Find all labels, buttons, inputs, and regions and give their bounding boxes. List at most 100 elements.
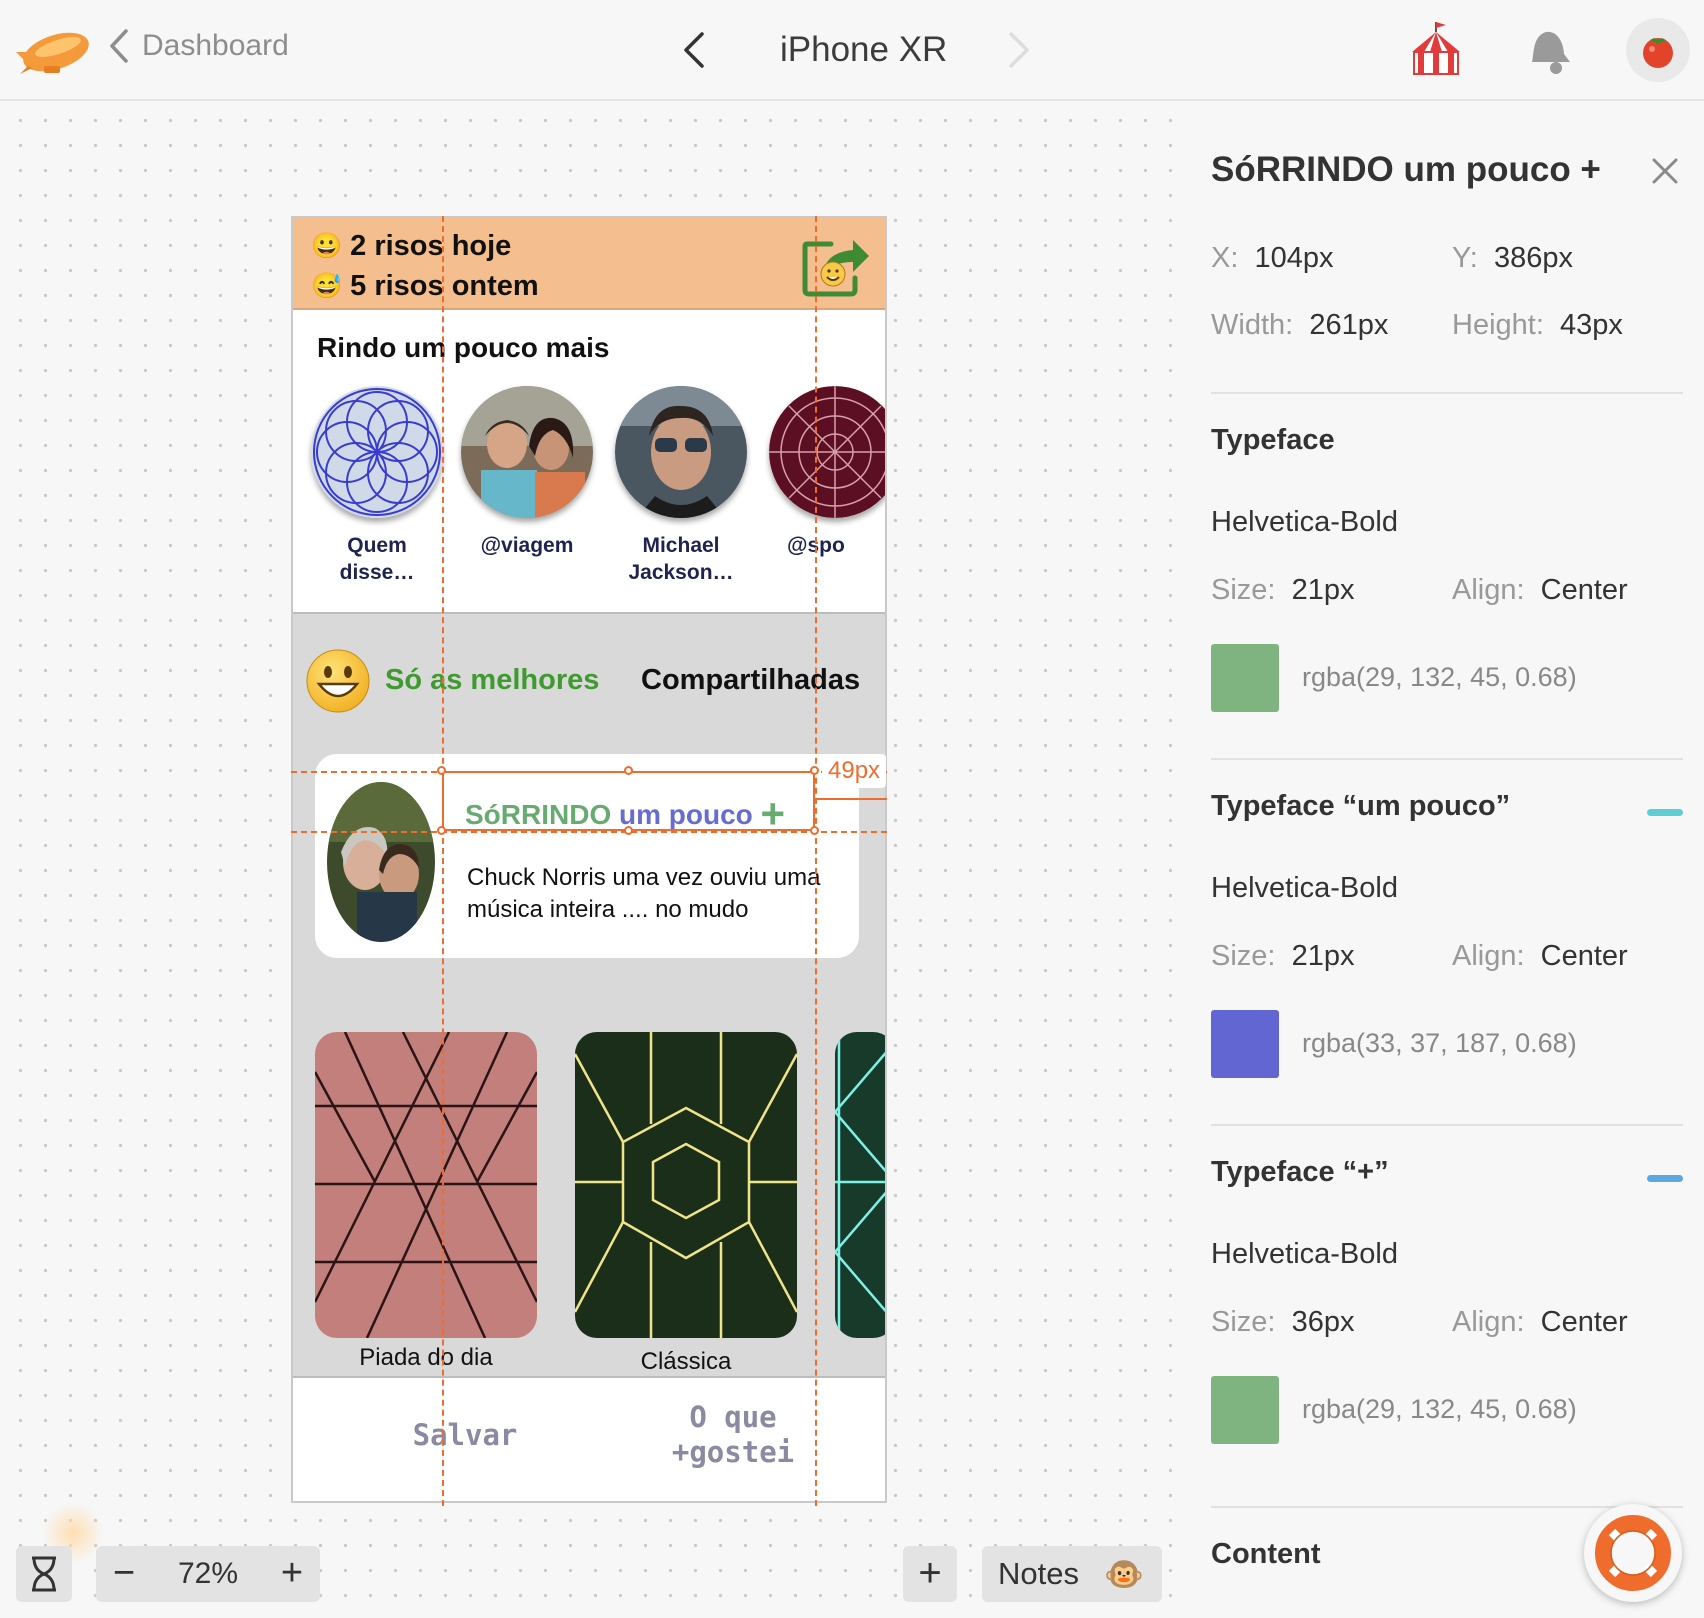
story-avatar [769, 386, 885, 518]
tile-piada-do-dia[interactable] [315, 1032, 537, 1338]
tile-label: Piada do dia [359, 1344, 493, 1371]
laughs-today: 😀 2 risos hoje [311, 230, 511, 263]
section-title: Typeface “+” [1211, 1156, 1389, 1188]
measure-line [815, 798, 887, 800]
inspector-title: SóRRINDO um pouco + [1211, 150, 1601, 189]
width-value: Width: 261px [1211, 309, 1389, 341]
grinning-face-icon: 😀 [311, 232, 343, 260]
previous-device-button[interactable] [680, 30, 708, 70]
tab-best[interactable]: Só as melhores [385, 664, 599, 697]
back-label: Dashboard [142, 29, 289, 62]
feed-area: Só as melhores Compartilhadas SóRRINDO u… [293, 612, 885, 1378]
liked-button[interactable]: O que +gostei [643, 1400, 823, 1470]
triangle-pattern-icon [835, 1032, 885, 1338]
two-women-photo [461, 386, 593, 518]
story-quem-disse[interactable]: Quem disse… [293, 386, 461, 586]
zeppelin-logo-icon[interactable] [14, 22, 94, 80]
color-swatch[interactable] [1211, 1010, 1279, 1078]
bell-icon[interactable] [1516, 18, 1580, 82]
content-section-title: Content [1211, 1538, 1321, 1570]
section-title: Typeface “um pouco” [1211, 790, 1511, 822]
color-value[interactable]: rgba(29, 132, 45, 0.68) [1302, 1394, 1577, 1425]
collapse-section-button[interactable] [1647, 1175, 1683, 1182]
laugh-status-header: 😀 2 risos hoje 😅 5 risos ontem [293, 218, 885, 310]
tile-partial[interactable] [835, 1032, 885, 1338]
iphone-artboard[interactable]: 😀 2 risos hoje 😅 5 risos ontem Rindo um … [291, 216, 887, 1503]
tile-label: Clássica [640, 1348, 732, 1375]
help-button[interactable] [1584, 1504, 1682, 1602]
story-spo[interactable]: @spo [751, 386, 885, 559]
font-align: Align: Center [1452, 574, 1628, 606]
tile-classica[interactable] [575, 1032, 797, 1338]
tab-shared[interactable]: Compartilhadas [641, 664, 860, 697]
guide-right [815, 216, 817, 1506]
family-photo [327, 782, 435, 942]
font-size: Size: 21px [1211, 574, 1355, 606]
color-value[interactable]: rgba(29, 132, 45, 0.68) [1302, 662, 1577, 693]
laughs-yesterday-text: 5 risos ontem [350, 270, 539, 302]
zoom-control: − 72% + [96, 1546, 320, 1602]
font-align: Align: Center [1452, 940, 1628, 972]
x-value: X: 104px [1211, 242, 1334, 274]
font-name: Helvetica-Bold [1211, 872, 1398, 904]
y-value: Y: 386px [1452, 242, 1573, 274]
section-title: Typeface [1211, 424, 1335, 456]
resize-handle[interactable] [437, 826, 446, 835]
top-bar: Dashboard iPhone XR [0, 0, 1704, 101]
guide-bottom [291, 831, 887, 833]
laughs-today-text: 2 risos hoje [350, 230, 512, 262]
history-button[interactable] [16, 1546, 72, 1602]
man-sunglasses-photo [615, 386, 747, 518]
device-title: iPhone XR [780, 30, 948, 69]
close-icon[interactable] [1648, 154, 1682, 188]
resize-handle[interactable] [624, 766, 633, 775]
add-button[interactable]: + [903, 1546, 957, 1602]
geometric-pattern-icon [315, 1032, 537, 1338]
flower-pattern-icon [311, 386, 443, 518]
distance-measure: 49px [822, 754, 887, 788]
lifebuoy-icon [1595, 1515, 1671, 1591]
inspector-panel: SóRRINDO um pouco + X: 104px Y: 386px Wi… [1186, 102, 1704, 1618]
color-value[interactable]: rgba(33, 37, 187, 0.68) [1302, 1028, 1577, 1059]
back-to-dashboard-link[interactable]: Dashboard [108, 28, 289, 64]
divider [1211, 392, 1683, 394]
hexagon-pattern-icon [575, 1032, 797, 1338]
story-avatar [615, 386, 747, 518]
story-label: @viagem [480, 534, 574, 557]
selection-box[interactable] [442, 771, 815, 831]
story-michael-jackson[interactable]: Michael Jackson… [597, 386, 765, 586]
zoom-level: 72% [177, 1557, 239, 1590]
device-switcher: iPhone XR [680, 22, 1033, 78]
font-name: Helvetica-Bold [1211, 1238, 1398, 1270]
chevron-left-icon [110, 29, 128, 63]
zoom-out-button[interactable]: − [96, 1546, 152, 1602]
notes-label: Notes [998, 1556, 1079, 1591]
save-button[interactable]: Salvar [385, 1418, 545, 1453]
story-avatar [461, 386, 593, 518]
collapse-section-button[interactable] [1647, 809, 1683, 816]
stories-title: Rindo um pouco mais [317, 332, 610, 363]
monkey-icon: 🐵 [1104, 1556, 1144, 1592]
share-icon[interactable] [801, 232, 873, 298]
phone-bottom-bar: Salvar O que +gostei [293, 1380, 885, 1501]
resize-handle[interactable] [437, 766, 446, 775]
joke-author-photo [327, 782, 435, 942]
next-device-button[interactable] [1005, 30, 1033, 70]
user-avatar[interactable] [1626, 18, 1690, 82]
story-label: @spo [787, 534, 845, 557]
zoom-in-button[interactable]: + [264, 1546, 320, 1602]
laughs-yesterday: 😅 5 risos ontem [311, 270, 539, 303]
resize-handle[interactable] [810, 766, 819, 775]
circus-tent-icon[interactable] [1404, 18, 1468, 82]
resize-handle[interactable] [624, 826, 633, 835]
joke-text: Chuck Norris uma vez ouviu uma música in… [467, 864, 821, 923]
divider [1211, 1124, 1683, 1126]
divider [1211, 758, 1683, 760]
color-swatch[interactable] [1211, 644, 1279, 712]
story-label: Michael Jackson… [628, 534, 734, 584]
color-swatch[interactable] [1211, 1376, 1279, 1444]
story-viagem[interactable]: @viagem [443, 386, 611, 559]
guide-left [442, 216, 444, 1506]
notes-button[interactable]: Notes 🐵 [982, 1546, 1162, 1602]
resize-handle[interactable] [810, 826, 819, 835]
